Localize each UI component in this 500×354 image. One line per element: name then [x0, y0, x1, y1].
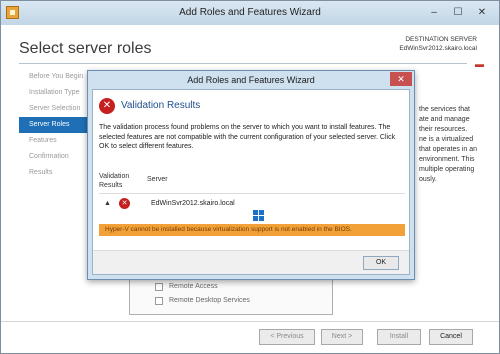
- nav-item-confirmation[interactable]: Confirmation: [19, 149, 89, 165]
- page-title: Select server roles: [19, 40, 152, 57]
- description-line: ate and manage: [419, 116, 470, 123]
- dialog-body: ✕ Validation Results The validation proc…: [92, 89, 410, 275]
- header-divider: [19, 63, 467, 64]
- role-checkbox[interactable]: [155, 283, 163, 291]
- column-header-server: Server: [147, 176, 168, 183]
- description-line: multiple operating: [419, 166, 475, 173]
- windows-logo-icon: [253, 210, 265, 222]
- description-line: their resources.: [419, 126, 468, 133]
- role-label: Remote Access: [169, 283, 218, 290]
- collapse-icon[interactable]: ▲: [104, 200, 111, 207]
- nav-item-results[interactable]: Results: [19, 165, 89, 181]
- role-description: the services that ate and manage their r…: [419, 105, 497, 185]
- role-checkbox[interactable]: [155, 297, 163, 305]
- previous-button[interactable]: < Previous: [259, 329, 315, 345]
- description-line: ously.: [419, 176, 437, 183]
- description-line: that operates in an: [419, 146, 477, 153]
- nav-item-features[interactable]: Features: [19, 133, 89, 149]
- error-icon: ✕: [119, 198, 130, 209]
- next-button[interactable]: Next >: [321, 329, 363, 345]
- destination-server-name: EdWinSvr2012.skairo.local: [399, 45, 477, 52]
- cancel-button[interactable]: Cancel: [429, 329, 473, 345]
- nav-item-before-you-begin[interactable]: Before You Begin: [19, 69, 89, 85]
- wizard-nav: Before You Begin Installation Type Serve…: [19, 69, 89, 181]
- nav-item-server-selection[interactable]: Server Selection: [19, 101, 89, 117]
- footer-divider: [1, 321, 499, 322]
- close-button[interactable]: ✕: [471, 5, 493, 20]
- role-item-remote-desktop-services[interactable]: Remote Desktop Services: [130, 294, 332, 308]
- result-server-name: EdWinSvr2012.skairo.local: [151, 200, 235, 207]
- dialog-title: Add Roles and Features Wizard: [187, 75, 315, 85]
- dialog-footer: OK: [93, 250, 409, 274]
- table-divider: [99, 193, 405, 194]
- validation-error-message: Hyper-V cannot be installed because virt…: [99, 224, 405, 236]
- flag-icon[interactable]: ▬: [475, 59, 484, 69]
- install-button[interactable]: Install: [377, 329, 421, 345]
- description-line: environment. This: [419, 156, 475, 163]
- validation-dialog: Add Roles and Features Wizard ✕ ✕ Valida…: [87, 70, 415, 280]
- dialog-close-button[interactable]: ✕: [390, 72, 412, 86]
- description-line: ne is a virtualized: [419, 136, 474, 143]
- role-item-remote-access[interactable]: Remote Access: [130, 280, 332, 294]
- dialog-message: The validation process found problems on…: [99, 124, 396, 150]
- minimize-button[interactable]: –: [423, 5, 445, 20]
- destination-server-label: DESTINATION SERVER: [405, 36, 477, 43]
- nav-item-server-roles[interactable]: Server Roles: [19, 117, 89, 133]
- error-icon: ✕: [99, 98, 115, 114]
- dialog-heading: Validation Results: [121, 100, 201, 111]
- title-bar: Add Roles and Features Wizard – ☐ ✕: [1, 1, 499, 25]
- column-header-validation-results: Validation Results: [99, 173, 130, 189]
- maximize-button[interactable]: ☐: [447, 5, 469, 20]
- role-label: Remote Desktop Services: [169, 297, 250, 304]
- description-line: the services that: [419, 106, 470, 113]
- nav-item-installation-type[interactable]: Installation Type: [19, 85, 89, 101]
- ok-button[interactable]: OK: [363, 256, 399, 270]
